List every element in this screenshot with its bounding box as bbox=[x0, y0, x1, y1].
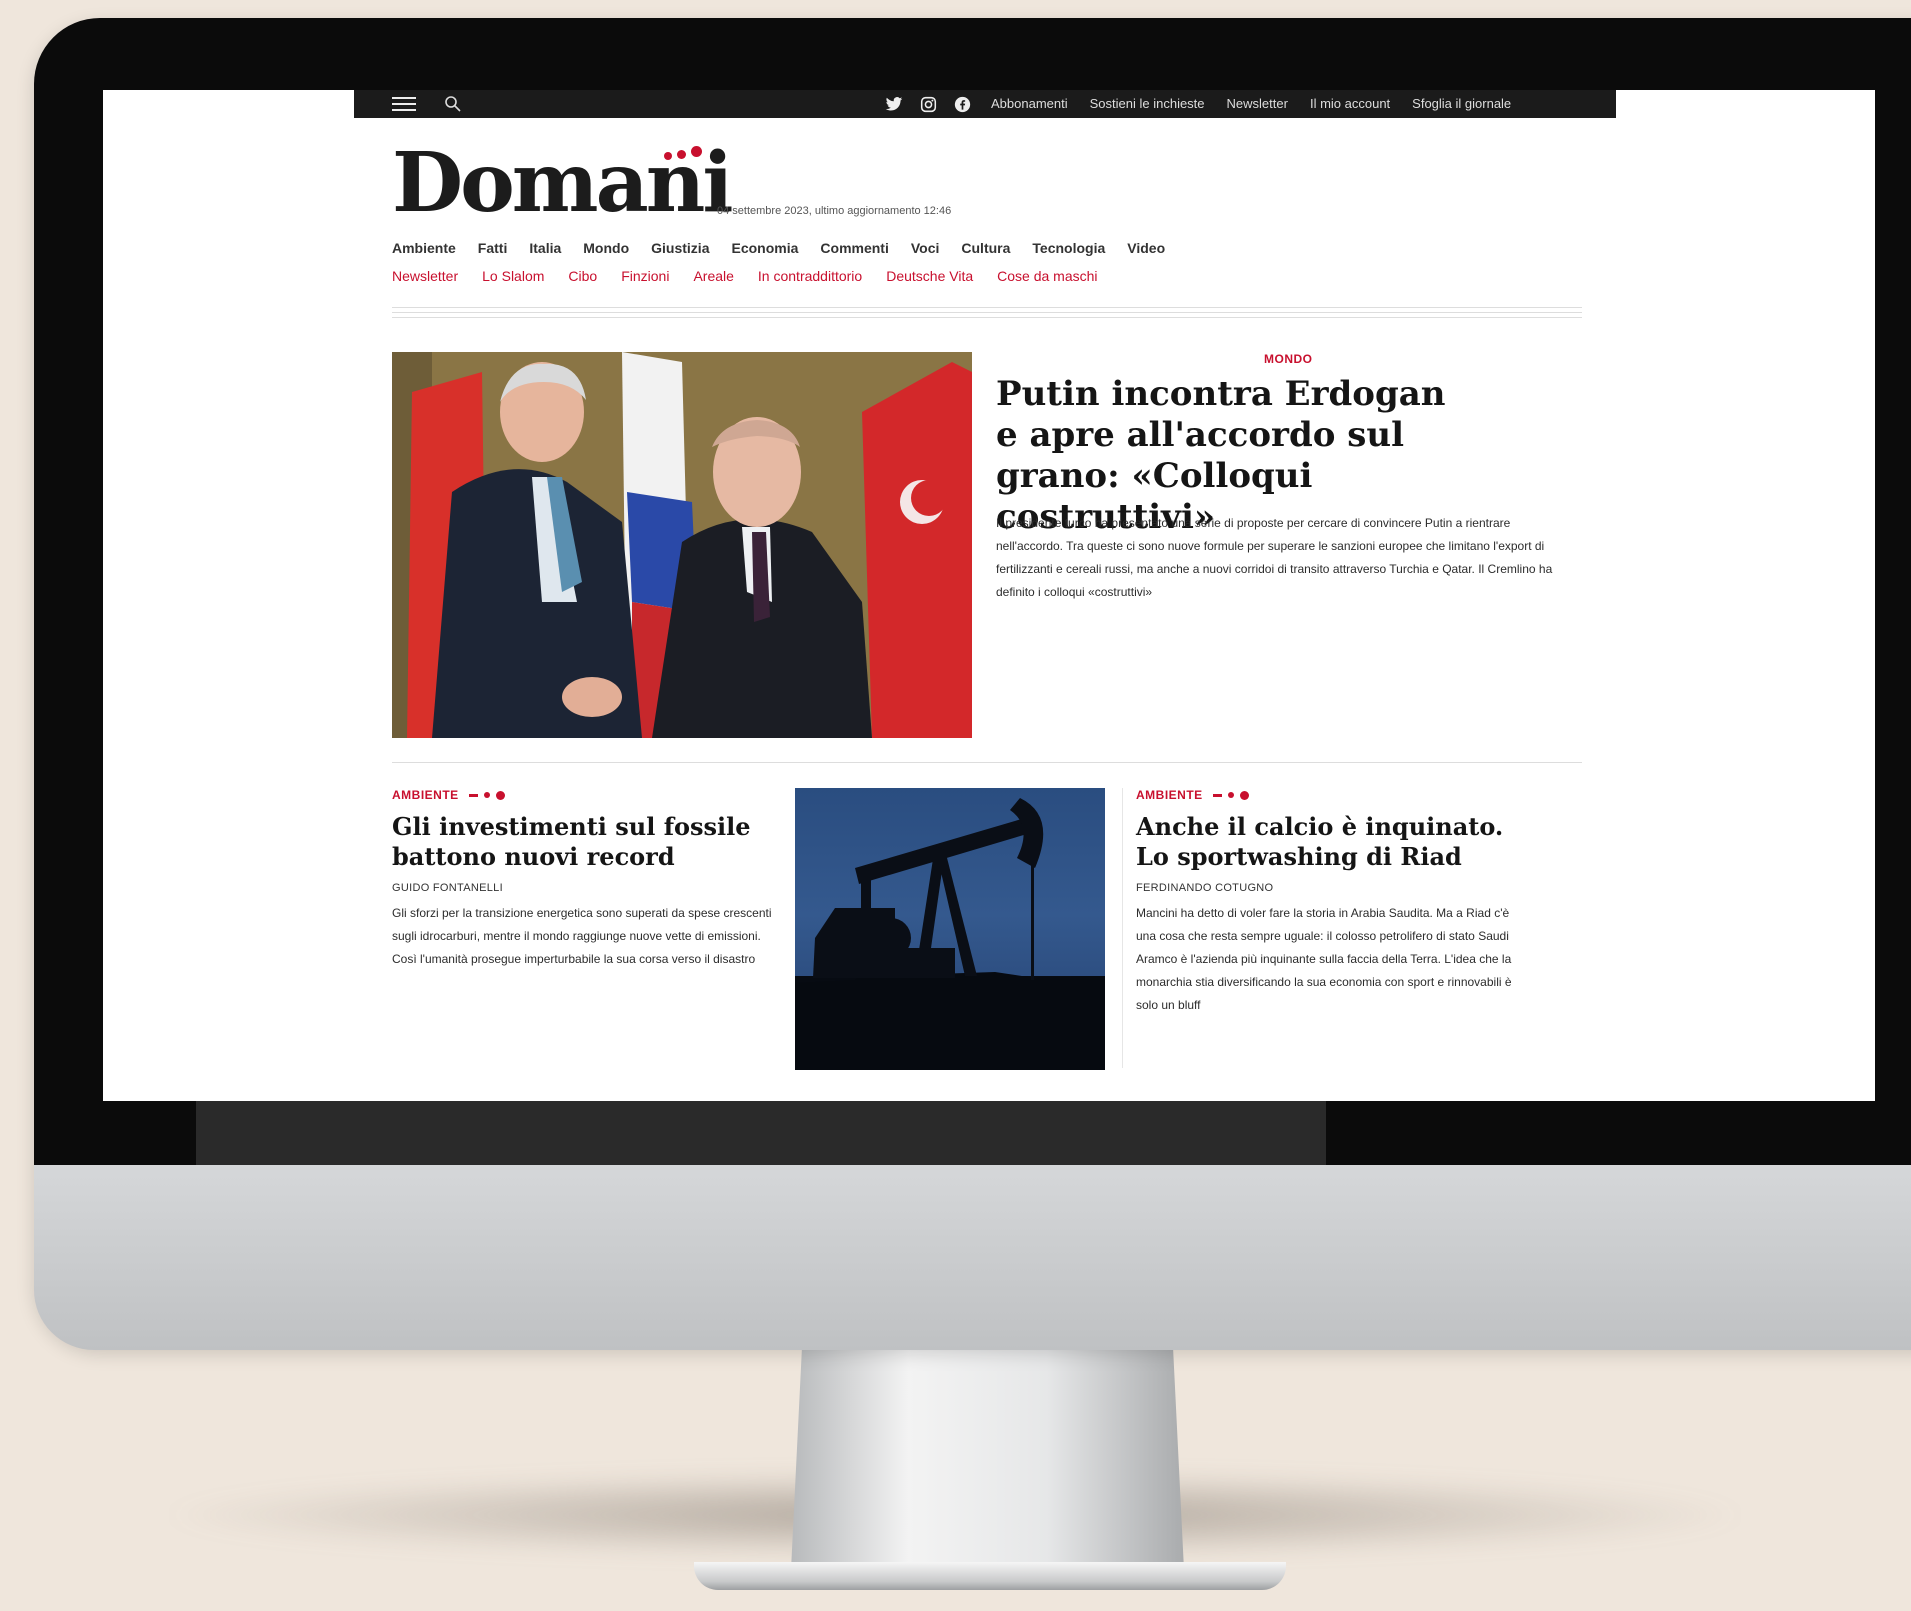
topbar-link-account[interactable]: Il mio account bbox=[1310, 96, 1390, 111]
dateline: 04 settembre 2023, ultimo aggiornamento … bbox=[717, 205, 952, 217]
social-links bbox=[884, 94, 972, 114]
subnav-item-deutsche-vita[interactable]: Deutsche Vita bbox=[886, 268, 973, 284]
lead-story-summary: Il presidente turco ha presentato una se… bbox=[996, 516, 1553, 599]
monitor-stand bbox=[790, 1350, 1185, 1590]
top-bar: Abbonamenti Sostieni le inchieste Newsle… bbox=[354, 90, 1616, 118]
nav-item-mondo[interactable]: Mondo bbox=[583, 240, 629, 256]
lead-story-image[interactable] bbox=[392, 352, 972, 738]
hamburger-menu-icon[interactable] bbox=[392, 97, 416, 113]
divider bbox=[392, 317, 1582, 318]
column-divider bbox=[1122, 788, 1123, 1068]
twitter-icon[interactable] bbox=[884, 94, 904, 114]
subnav-item-lo-slalom[interactable]: Lo Slalom bbox=[482, 268, 544, 284]
topbar-link-abbonamenti[interactable]: Abbonamenti bbox=[991, 96, 1068, 111]
account-links: Abbonamenti Sostieni le inchieste Newsle… bbox=[991, 96, 1511, 111]
article-headline[interactable]: Anche il calcio è inquinato. Lo sportwas… bbox=[1136, 812, 1526, 872]
section-marker-icon bbox=[1212, 790, 1249, 800]
nav-item-video[interactable]: Video bbox=[1127, 240, 1165, 256]
article-summary: Gli sforzi per la transizione energetica… bbox=[392, 906, 772, 966]
subnav-item-newsletter[interactable]: Newsletter bbox=[392, 268, 458, 284]
nav-item-italia[interactable]: Italia bbox=[529, 240, 561, 256]
monitor-stand-base bbox=[694, 1562, 1286, 1590]
monitor-screen: Abbonamenti Sostieni le inchieste Newsle… bbox=[103, 90, 1875, 1101]
nav-item-giustizia[interactable]: Giustizia bbox=[651, 240, 709, 256]
nav-item-fatti[interactable]: Fatti bbox=[478, 240, 508, 256]
subnav-item-in-contraddittorio[interactable]: In contraddittorio bbox=[758, 268, 862, 284]
nav-item-voci[interactable]: Voci bbox=[911, 240, 940, 256]
facebook-icon[interactable] bbox=[952, 94, 972, 114]
subnav-item-cibo[interactable]: Cibo bbox=[568, 268, 597, 284]
oil-pump-image[interactable] bbox=[795, 788, 1105, 1070]
monitor-chin bbox=[34, 1165, 1911, 1350]
news-site: Abbonamenti Sostieni le inchieste Newsle… bbox=[354, 90, 1616, 1101]
subnav-item-areale[interactable]: Areale bbox=[693, 268, 733, 284]
subnav-item-cose-da-maschi[interactable]: Cose da maschi bbox=[997, 268, 1097, 284]
subnav-item-finzioni[interactable]: Finzioni bbox=[621, 268, 669, 284]
article-author[interactable]: GUIDO FONTANELLI bbox=[392, 882, 772, 894]
topbar-link-sfoglia[interactable]: Sfoglia il giornale bbox=[1412, 96, 1511, 111]
nav-item-cultura[interactable]: Cultura bbox=[961, 240, 1010, 256]
topbar-link-inchieste[interactable]: Sostieni le inchieste bbox=[1090, 96, 1205, 111]
article-category[interactable]: AMBIENTE bbox=[392, 788, 459, 802]
search-icon[interactable] bbox=[444, 95, 464, 113]
nav-item-ambiente[interactable]: Ambiente bbox=[392, 240, 456, 256]
article-summary: Mancini ha detto di voler fare la storia… bbox=[1136, 906, 1512, 1012]
nav-item-commenti[interactable]: Commenti bbox=[820, 240, 888, 256]
lead-story-category[interactable]: MONDO bbox=[1264, 352, 1313, 366]
secondary-nav: Newsletter Lo Slalom Cibo Finzioni Areal… bbox=[392, 268, 1098, 284]
article-headline[interactable]: Gli investimenti sul fossile battono nuo… bbox=[392, 812, 772, 872]
nav-item-economia[interactable]: Economia bbox=[732, 240, 799, 256]
primary-nav: Ambiente Fatti Italia Mondo Giustizia Ec… bbox=[392, 240, 1165, 256]
divider bbox=[392, 307, 1582, 308]
instagram-icon[interactable] bbox=[918, 94, 938, 114]
divider bbox=[392, 312, 1582, 313]
monitor-bezel-strip bbox=[196, 1101, 1326, 1165]
article-author[interactable]: FERDINANDO COTUGNO bbox=[1136, 882, 1526, 894]
article-card[interactable]: AMBIENTE Anche il calcio è inquinato. Lo… bbox=[1136, 788, 1526, 1017]
nav-item-tecnologia[interactable]: Tecnologia bbox=[1032, 240, 1105, 256]
article-category[interactable]: AMBIENTE bbox=[1136, 788, 1203, 802]
article-card[interactable]: AMBIENTE Gli investimenti sul fossile ba… bbox=[392, 788, 772, 971]
topbar-link-newsletter[interactable]: Newsletter bbox=[1227, 96, 1288, 111]
divider bbox=[392, 762, 1582, 763]
section-marker-icon bbox=[468, 790, 505, 800]
